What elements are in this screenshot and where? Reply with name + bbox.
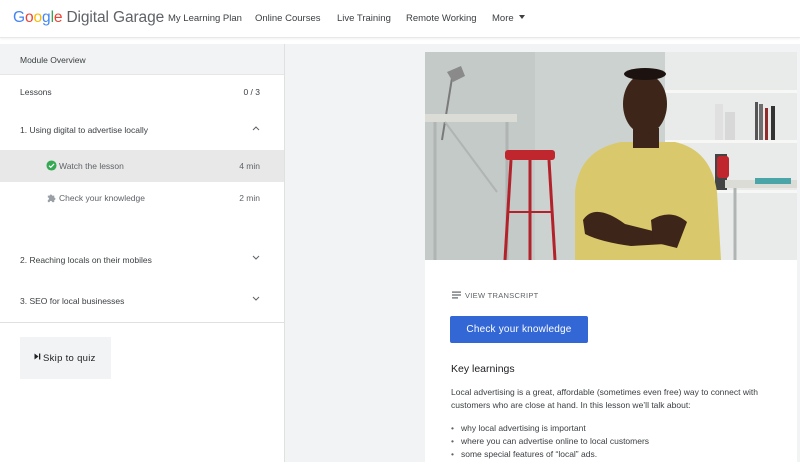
top-header: Google Digital Garage My Learning Plan On…: [0, 0, 800, 38]
module-sidebar: Module Overview Lessons 0 / 3 1. Using d…: [0, 44, 285, 462]
lessons-label: Lessons: [20, 87, 52, 97]
list-item: where you can advertise online to local …: [451, 435, 781, 448]
nav-my-learning-plan[interactable]: My Learning Plan: [168, 13, 242, 24]
chevron-down-icon[interactable]: [252, 255, 260, 261]
main-content: VIEW TRANSCRIPT Check your knowledge Key…: [285, 44, 800, 462]
nav-online-courses[interactable]: Online Courses: [255, 13, 320, 24]
key-learnings-title: Key learnings: [451, 363, 515, 375]
nav-more[interactable]: More: [492, 13, 525, 24]
section-2-header[interactable]: 2. Reaching locals on their mobiles: [0, 255, 284, 269]
module-overview-title: Module Overview: [20, 55, 86, 65]
section-1-header[interactable]: 1. Using digital to advertise locally: [0, 125, 284, 139]
chevron-up-icon[interactable]: [252, 125, 260, 131]
logo-product-name: Digital Garage: [66, 9, 165, 26]
section-2-title: 2. Reaching locals on their mobiles: [20, 255, 152, 265]
transcript-lines-icon: [452, 291, 461, 299]
lesson-card: VIEW TRANSCRIPT Check your knowledge Key…: [425, 52, 797, 462]
nav-live-training[interactable]: Live Training: [337, 13, 391, 24]
check-circle-icon: [46, 160, 57, 171]
caret-down-icon: [518, 15, 525, 20]
section-3-title: 3. SEO for local businesses: [20, 296, 125, 306]
module-overview-header: Module Overview: [0, 44, 284, 75]
lesson-check-your-knowledge[interactable]: Check your knowledge 2 min: [0, 182, 284, 214]
list-item: some special features of “local” ads.: [451, 448, 781, 461]
lesson-label: Check your knowledge: [59, 193, 145, 203]
puzzle-icon: [47, 194, 56, 203]
key-learnings-text: Local advertising is a great, affordable…: [451, 387, 758, 410]
sidebar-divider: [0, 322, 284, 323]
list-item: why local advertising is important: [451, 422, 781, 435]
video-frame-illustration: [425, 52, 797, 260]
section-1-title: 1. Using digital to advertise locally: [20, 125, 149, 135]
check-your-knowledge-button[interactable]: Check your knowledge: [450, 316, 588, 343]
key-learnings-list: why local advertising is important where…: [451, 422, 781, 461]
chevron-down-icon[interactable]: [252, 296, 260, 302]
lesson-duration: 2 min: [239, 193, 260, 203]
nav-remote-working[interactable]: Remote Working: [406, 13, 477, 24]
lesson-video[interactable]: [425, 52, 797, 260]
view-transcript-link[interactable]: VIEW TRANSCRIPT: [452, 291, 539, 300]
lesson-duration: 4 min: [239, 161, 260, 171]
lesson-label: Watch the lesson: [59, 161, 124, 171]
skip-to-quiz-button[interactable]: Skip to quiz: [20, 337, 111, 379]
skip-next-icon: [34, 353, 41, 360]
lessons-progress: 0 / 3: [243, 87, 260, 97]
google-digital-garage-logo[interactable]: Google Digital Garage: [13, 9, 164, 27]
lesson-watch-the-lesson[interactable]: Watch the lesson 4 min: [0, 150, 284, 182]
section-3-header[interactable]: 3. SEO for local businesses: [0, 296, 284, 310]
